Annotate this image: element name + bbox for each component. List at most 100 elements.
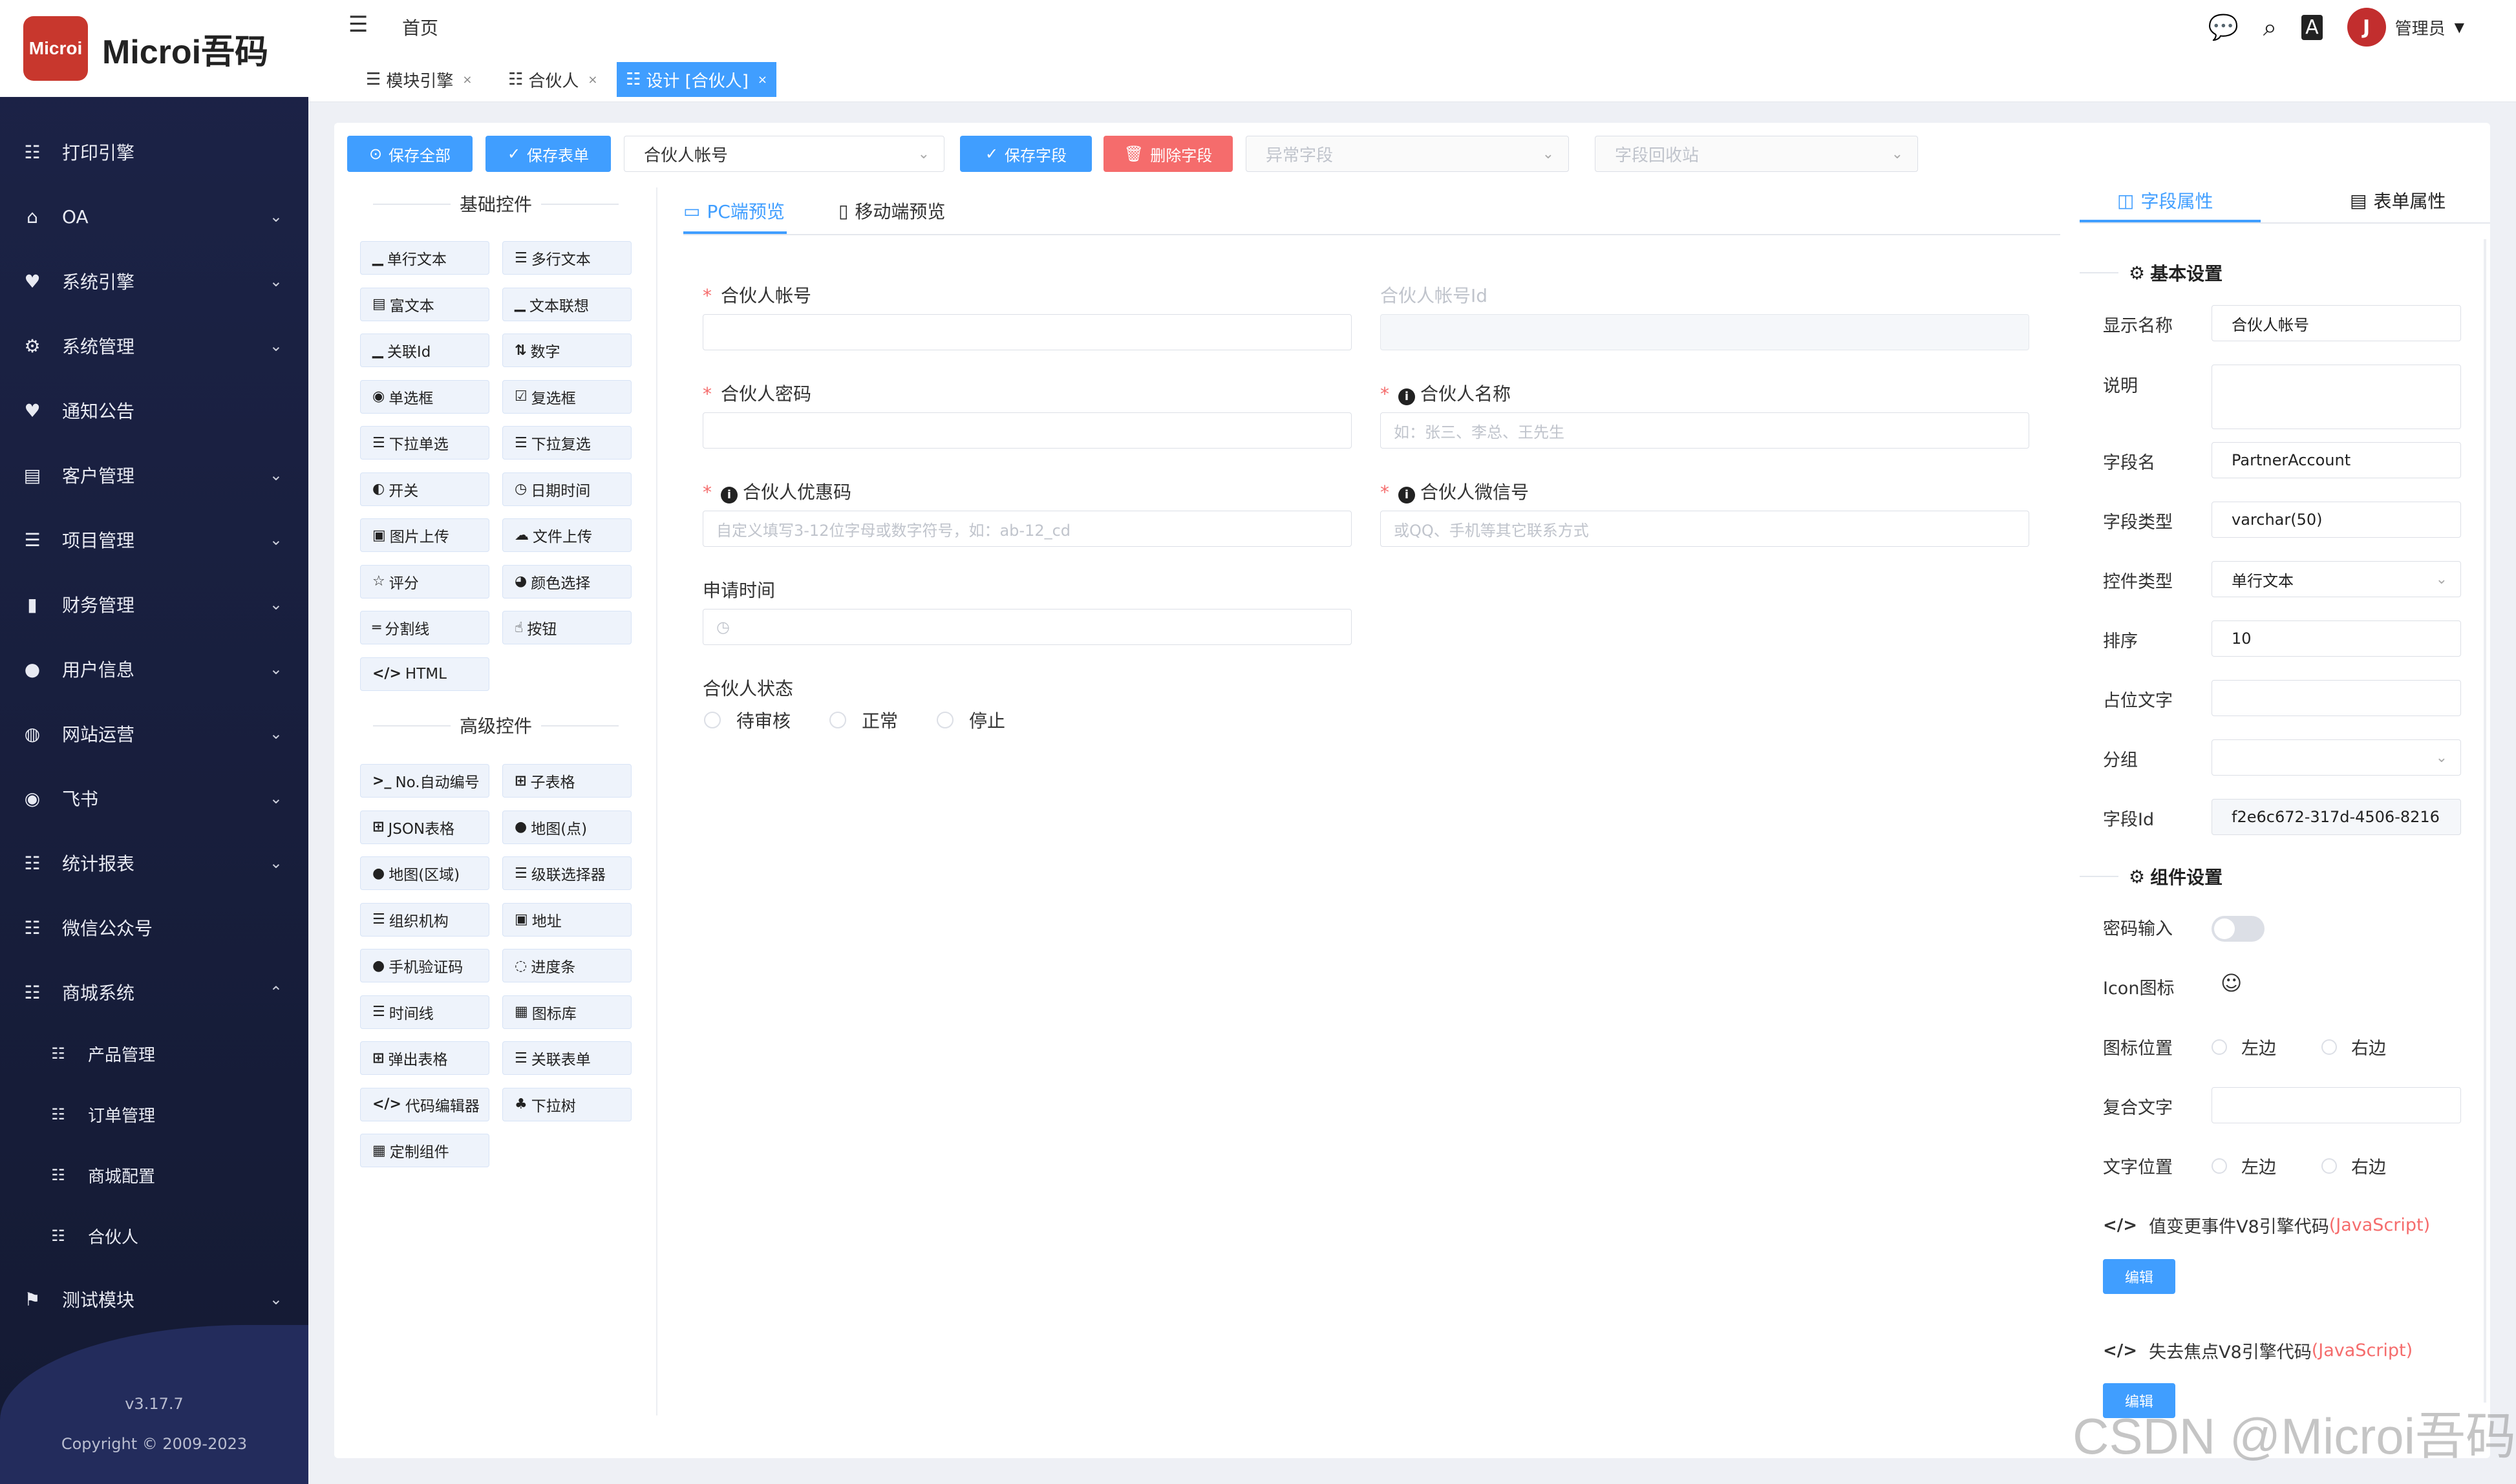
save-all-button[interactable]: ⊙ 保存全部 bbox=[347, 136, 473, 172]
sidebar-item-notices[interactable]: ♥ 通知公告 bbox=[0, 385, 308, 436]
field-recycle-bin-select[interactable]: 字段回收站 ⌄ bbox=[1595, 136, 1918, 172]
delete-field-button[interactable]: 🗑 删除字段 bbox=[1103, 136, 1233, 172]
sidebar-subitem-orders[interactable]: ☷ 订单管理 bbox=[0, 1088, 308, 1140]
breadcrumb-home[interactable]: 首页 bbox=[402, 14, 438, 40]
edit-on-change-code-button[interactable]: 编辑 bbox=[2103, 1259, 2175, 1294]
password-switch[interactable] bbox=[2212, 916, 2265, 942]
text-position-right[interactable]: 右边 bbox=[2321, 1153, 2386, 1178]
palette-control[interactable]: ▦ 定制组件 bbox=[360, 1134, 489, 1167]
sidebar-item-system-engine[interactable]: ♥ 系统引擎 ⌄ bbox=[0, 255, 308, 307]
partner-discount-input[interactable]: 自定义填写3-12位字母或数字符号，如：ab-12_cd bbox=[703, 511, 1352, 547]
palette-control[interactable]: ☝ 按钮 bbox=[502, 611, 632, 644]
status-option-normal[interactable]: 正常 bbox=[829, 707, 898, 733]
tab-design-partners[interactable]: ☷ 设计 [合伙人] × bbox=[617, 62, 776, 97]
palette-control[interactable]: ◐ 开关 bbox=[360, 472, 489, 506]
palette-control[interactable]: ▤ 富文本 bbox=[360, 287, 489, 321]
status-option-pending[interactable]: 待审核 bbox=[704, 707, 791, 733]
icon-position-right[interactable]: 右边 bbox=[2321, 1034, 2386, 1059]
palette-control[interactable]: ● 地图(区域) bbox=[360, 856, 489, 890]
sidebar-item-mall[interactable]: ☷ 商城系统 ⌃ bbox=[0, 966, 308, 1018]
close-icon[interactable]: × bbox=[588, 73, 597, 87]
palette-control[interactable]: ☰ 级联选择器 bbox=[502, 856, 632, 890]
abnormal-fields-select[interactable]: 异常字段 ⌄ bbox=[1246, 136, 1569, 172]
palette-control[interactable]: ● 手机验证码 bbox=[360, 949, 489, 982]
tab-pc-preview[interactable]: ▭ PC端预览 bbox=[683, 198, 785, 224]
display-name-input[interactable]: 合伙人帐号 bbox=[2212, 305, 2461, 341]
caret-down-icon[interactable]: ▼ bbox=[2455, 19, 2464, 35]
placeholder-input[interactable] bbox=[2212, 680, 2461, 716]
palette-control[interactable]: ☆ 评分 bbox=[360, 564, 489, 599]
user-name[interactable]: 管理员 bbox=[2395, 16, 2446, 39]
palette-control[interactable]: ☁ 文件上传 bbox=[502, 518, 632, 552]
palette-control[interactable]: ☰ 关联表单 bbox=[502, 1041, 632, 1075]
sidebar-item-reports[interactable]: ☷ 统计报表 ⌄ bbox=[0, 837, 308, 889]
partner-account-input[interactable] bbox=[703, 314, 1352, 350]
menu-toggle-icon[interactable]: ☰ bbox=[348, 12, 368, 37]
palette-control[interactable]: ▁ 单行文本 bbox=[360, 241, 489, 275]
sidebar-item-finance[interactable]: ▮ 财务管理 ⌄ bbox=[0, 578, 308, 630]
sidebar-subitem-mall-config[interactable]: ☷ 商城配置 bbox=[0, 1149, 308, 1201]
partner-account-id-input[interactable] bbox=[1380, 314, 2029, 350]
sort-input[interactable]: 10 bbox=[2212, 620, 2461, 657]
palette-control[interactable]: >_ No.自动编号 bbox=[360, 764, 489, 798]
palette-control[interactable]: ▁ 文本联想 bbox=[502, 287, 632, 321]
sidebar-item-customers[interactable]: ▤ 客户管理 ⌄ bbox=[0, 449, 308, 501]
palette-control[interactable]: ◷ 日期时间 bbox=[502, 472, 632, 506]
palette-control[interactable]: ⊞ JSON表格 bbox=[360, 810, 489, 844]
palette-control[interactable]: ◌ 进度条 bbox=[502, 949, 632, 982]
tab-field-properties[interactable]: ◫ 字段属性 bbox=[2117, 187, 2213, 213]
partner-name-input[interactable]: 如：张三、李总、王先生 bbox=[1380, 412, 2029, 449]
translate-icon[interactable]: A bbox=[2301, 14, 2323, 40]
partner-wechat-input[interactable]: 或QQ、手机等其它联系方式 bbox=[1380, 511, 2029, 547]
palette-control[interactable]: ♣ 下拉树 bbox=[502, 1087, 632, 1121]
icon-position-left[interactable]: 左边 bbox=[2212, 1034, 2276, 1059]
palette-control[interactable]: ☑ 复选框 bbox=[502, 379, 632, 414]
tab-form-properties[interactable]: ▤ 表单属性 bbox=[2350, 187, 2446, 213]
sidebar-item-projects[interactable]: ☰ 项目管理 ⌄ bbox=[0, 514, 308, 566]
properties-scrollbar[interactable] bbox=[2484, 239, 2486, 1403]
palette-control[interactable]: </> HTML bbox=[360, 657, 489, 691]
apply-time-picker[interactable]: ◷ bbox=[703, 609, 1352, 645]
field-select[interactable]: 合伙人帐号 ⌄ bbox=[624, 136, 944, 172]
save-field-button[interactable]: ✓ 保存字段 bbox=[960, 136, 1092, 172]
palette-control[interactable]: ▁ 关联Id bbox=[360, 334, 489, 367]
field-type-input[interactable]: varchar(50) bbox=[2212, 502, 2461, 538]
control-type-select[interactable]: 单行文本 ⌄ bbox=[2212, 561, 2461, 597]
palette-control[interactable]: ═ 分割线 bbox=[360, 611, 489, 644]
description-textarea[interactable] bbox=[2212, 365, 2461, 429]
sidebar-item-feishu[interactable]: ◉ 飞书 ⌄ bbox=[0, 772, 308, 824]
search-icon[interactable]: ⌕ bbox=[2263, 13, 2277, 42]
close-icon[interactable]: × bbox=[758, 73, 767, 87]
palette-control[interactable]: ▣ 图片上传 bbox=[360, 518, 489, 552]
palette-control[interactable]: ◉ 单选框 bbox=[360, 379, 489, 414]
palette-control[interactable]: ◕ 颜色选择 bbox=[502, 564, 632, 599]
avatar[interactable]: J bbox=[2347, 8, 2386, 47]
chat-icon[interactable]: 💬 bbox=[2208, 13, 2238, 42]
sidebar-subitem-partners[interactable]: ☷ 合伙人 bbox=[0, 1210, 308, 1262]
sidebar-subitem-products[interactable]: ☷ 产品管理 bbox=[0, 1028, 308, 1079]
close-icon[interactable]: × bbox=[462, 73, 472, 87]
compound-text-input[interactable] bbox=[2212, 1087, 2461, 1123]
palette-control[interactable]: ⇅ 数字 bbox=[502, 334, 632, 367]
palette-control[interactable]: ▣ 地址 bbox=[502, 902, 632, 937]
status-option-stopped[interactable]: 停止 bbox=[937, 707, 1005, 733]
palette-control[interactable]: ☰ 下拉单选 bbox=[360, 426, 489, 460]
smile-icon[interactable]: ☺ bbox=[2221, 971, 2242, 995]
sidebar-item-system-management[interactable]: ⚙ 系统管理 ⌄ bbox=[0, 320, 308, 372]
sidebar-item-website[interactable]: ◍ 网站运营 ⌄ bbox=[0, 708, 308, 759]
sidebar-item-test-module[interactable]: ⚑ 测试模块 ⌄ bbox=[0, 1273, 308, 1325]
text-position-left[interactable]: 左边 bbox=[2212, 1153, 2276, 1178]
tab-partners[interactable]: ☷ 合伙人 × bbox=[499, 62, 606, 97]
sidebar-item-user-info[interactable]: ● 用户信息 ⌄ bbox=[0, 643, 308, 695]
palette-control[interactable]: ☰ 时间线 bbox=[360, 995, 489, 1029]
sidebar-item-wechat-official[interactable]: ☷ 微信公众号 bbox=[0, 902, 308, 953]
field-id-input[interactable]: f2e6c672-317d-4506-8216 bbox=[2212, 799, 2461, 835]
sidebar-item-oa[interactable]: ⌂ OA ⌄ bbox=[0, 191, 308, 242]
palette-control[interactable]: ▦ 图标库 bbox=[502, 995, 632, 1029]
group-select[interactable]: ⌄ bbox=[2212, 739, 2461, 776]
field-name-input[interactable]: PartnerAccount bbox=[2212, 442, 2461, 478]
palette-control[interactable]: ⊞ 子表格 bbox=[502, 764, 632, 798]
partner-password-input[interactable] bbox=[703, 412, 1352, 449]
tab-module-engine[interactable]: ☰ 模块引擎 × bbox=[357, 62, 481, 97]
palette-control[interactable]: </> 代码编辑器 bbox=[360, 1087, 489, 1121]
